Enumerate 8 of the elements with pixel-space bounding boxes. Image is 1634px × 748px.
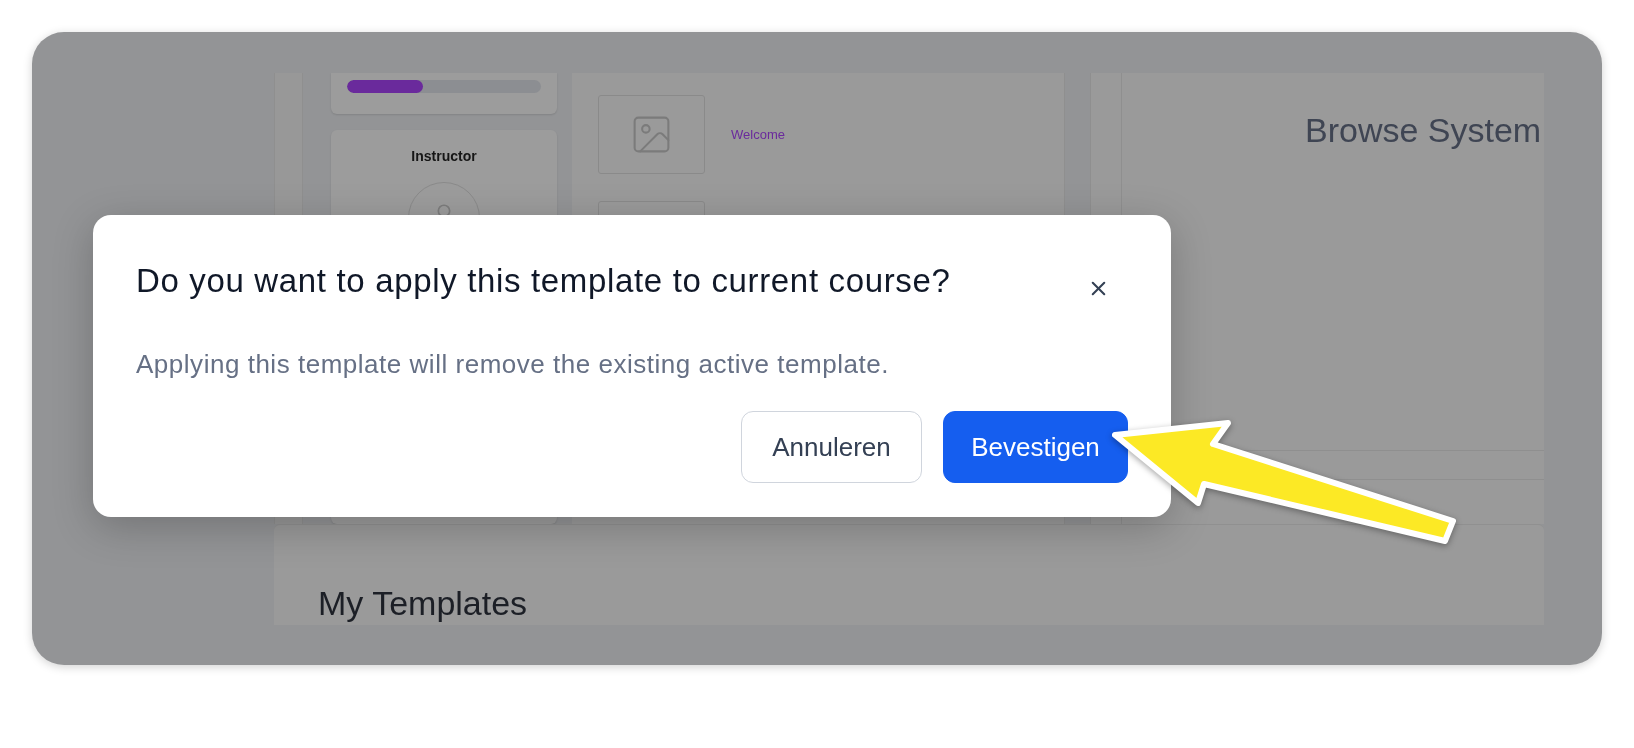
templates-title: My Templates <box>318 583 529 623</box>
confirm-button[interactable]: Bevestigen <box>943 411 1128 483</box>
instructor-title: Instructor <box>411 147 477 165</box>
dialog-title: Do you want to apply this template to current course? <box>136 261 951 301</box>
dialog-message: Applying this template will remove the existing active template. <box>136 348 890 381</box>
cancel-button[interactable]: Annuleren <box>741 411 922 483</box>
browse-panel-title: Browse System <box>1304 110 1543 150</box>
lesson-link[interactable]: Welcome <box>731 126 785 143</box>
